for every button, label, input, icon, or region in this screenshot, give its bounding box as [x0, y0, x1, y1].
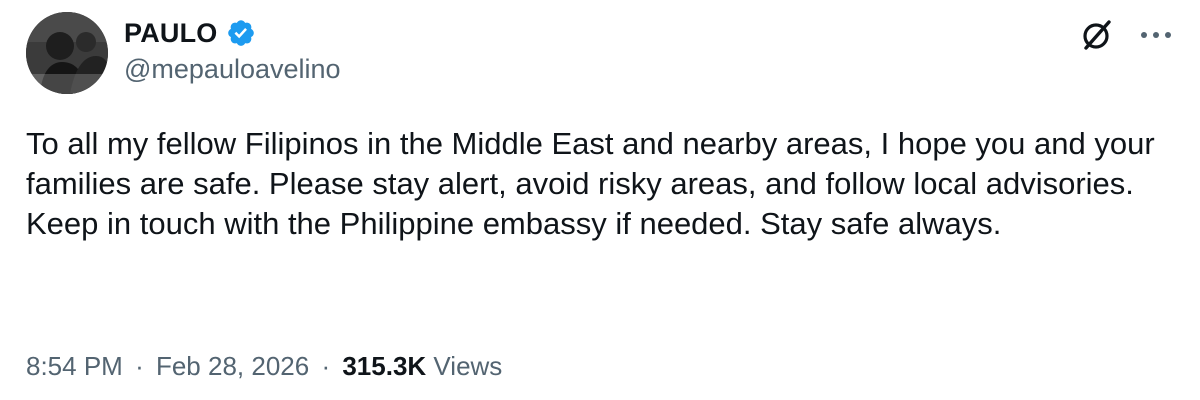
tweet-meta: 8:54 PM · Feb 28, 2026 · 315.3K Views	[26, 351, 502, 382]
verified-badge-icon[interactable]	[226, 18, 256, 48]
author-handle[interactable]: @mepauloavelino	[124, 54, 341, 85]
meta-separator: ·	[135, 351, 144, 381]
tweet-card: PAULO @mepauloavelino To all my fellow F…	[0, 0, 1200, 400]
tweet-text: To all my fellow Filipinos in the Middle…	[26, 126, 1155, 241]
grok-icon[interactable]	[1080, 18, 1114, 52]
meta-separator: ·	[321, 351, 331, 381]
avatar-photo	[26, 12, 108, 94]
tweet-time[interactable]: 8:54 PM	[26, 351, 123, 381]
more-horizontal-icon[interactable]	[1138, 22, 1174, 48]
author-display-name[interactable]: PAULO	[124, 18, 218, 49]
tweet-date[interactable]: Feb 28, 2026	[156, 351, 309, 381]
avatar[interactable]	[26, 12, 108, 94]
views-count[interactable]: 315.3K	[342, 351, 426, 381]
author-name-row: PAULO	[124, 14, 256, 52]
views-label[interactable]: Views	[433, 351, 502, 381]
